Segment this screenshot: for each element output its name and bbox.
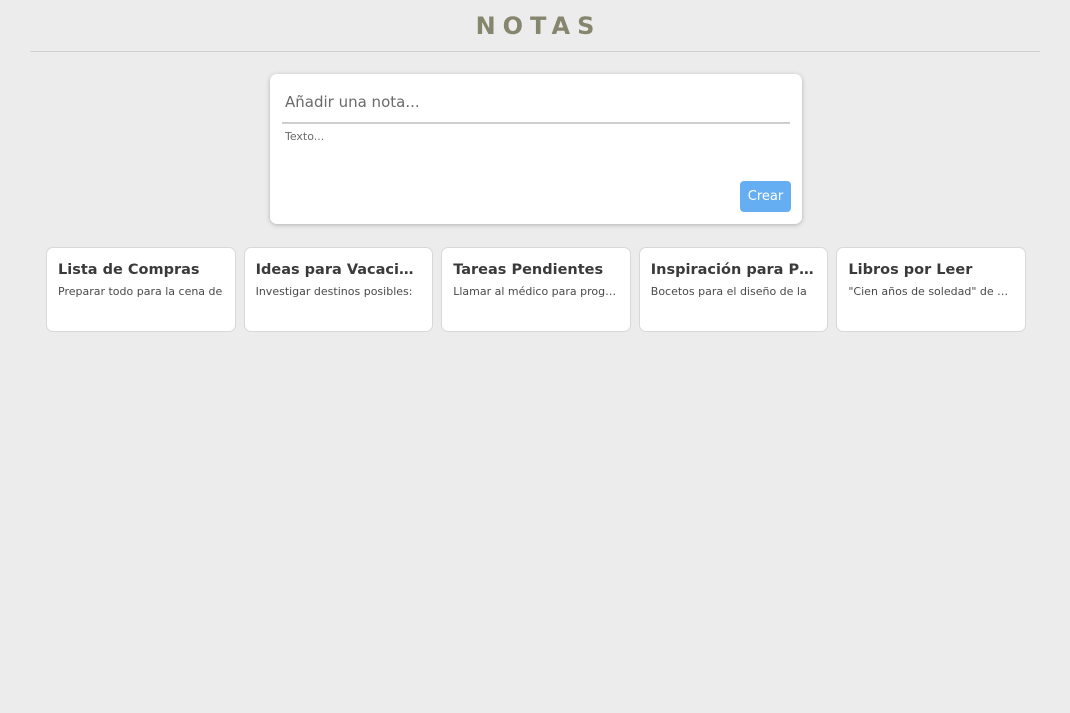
note-body: Llamar al médico para programar [453,285,619,298]
note-title: Tareas Pendientes [453,262,604,278]
note-card[interactable]: Lista de Compras Preparar todo para la c… [46,247,236,332]
note-body: Bocetos para el diseño de la [650,285,807,298]
note-title-input[interactable] [282,82,790,124]
page-title: NOTAS [475,11,602,40]
note-card[interactable]: Libros por Leer "Cien años de soledad" d… [836,247,1026,332]
note-composer: Crear [270,74,802,224]
note-body: Investigar destinos posibles: [255,285,413,298]
notes-app: NOTAS Crear Lista de Compras Preparar to… [0,0,1070,713]
note-title: Inspiración para Proyectos [650,262,817,278]
note-body-input[interactable] [282,128,790,178]
create-button[interactable]: Crear [740,181,791,212]
note-title: Libros por Leer [848,262,973,278]
note-body: Preparar todo para la cena de [58,285,223,298]
note-title: Lista de Compras [58,262,200,278]
note-card[interactable]: Ideas para Vacaciones Investigar destino… [243,247,434,332]
note-card[interactable]: Tareas Pendientes Llamar al médico para … [441,247,631,332]
notes-grid: Lista de Compras Preparar todo para la c… [46,247,1026,332]
note-card[interactable]: Inspiración para Proyectos Bocetos para … [638,247,829,332]
note-title: Ideas para Vacaciones [255,262,422,278]
page-header: NOTAS [30,0,1040,52]
note-body: "Cien años de soledad" de Gabriel [848,285,1014,298]
